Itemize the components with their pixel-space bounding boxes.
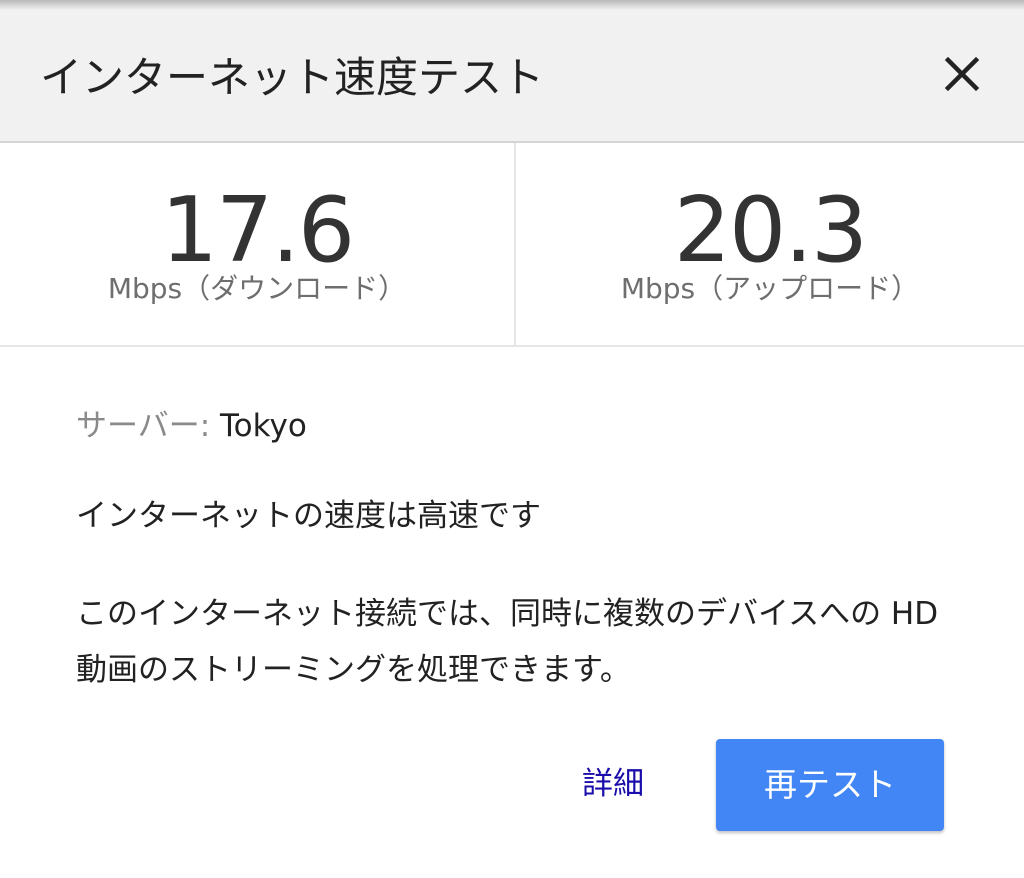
close-button[interactable]: [934, 46, 990, 102]
server-info: サーバー: Tokyo: [76, 405, 307, 447]
close-icon: [944, 56, 980, 92]
upload-result: 20.3 Mbps（アップロード）: [516, 143, 1024, 345]
dialog-header: インターネット速度テスト: [0, 10, 1024, 143]
download-speed-value: 17.6: [160, 178, 355, 283]
speed-summary: インターネットの速度は高速です: [76, 498, 541, 534]
window-top-shadow: [0, 0, 1024, 10]
download-speed-unit: Mbps（ダウンロード）: [107, 272, 407, 305]
server-label: サーバー:: [76, 408, 220, 444]
upload-speed-value: 20.3: [673, 178, 868, 283]
dialog-title: インターネット速度テスト: [40, 53, 545, 102]
speed-description: このインターネット接続では、同時に複数のデバイスへの HD 動画のストリーミング…: [76, 596, 939, 688]
speed-results: 17.6 Mbps（ダウンロード） 20.3 Mbps（アップロード）: [0, 143, 1024, 347]
server-value: Tokyo: [220, 408, 307, 444]
upload-speed-unit: Mbps（アップロード）: [620, 272, 920, 305]
retest-button[interactable]: 再テスト: [716, 739, 944, 831]
details-link[interactable]: 詳細: [582, 763, 644, 805]
download-result: 17.6 Mbps（ダウンロード）: [0, 143, 516, 345]
